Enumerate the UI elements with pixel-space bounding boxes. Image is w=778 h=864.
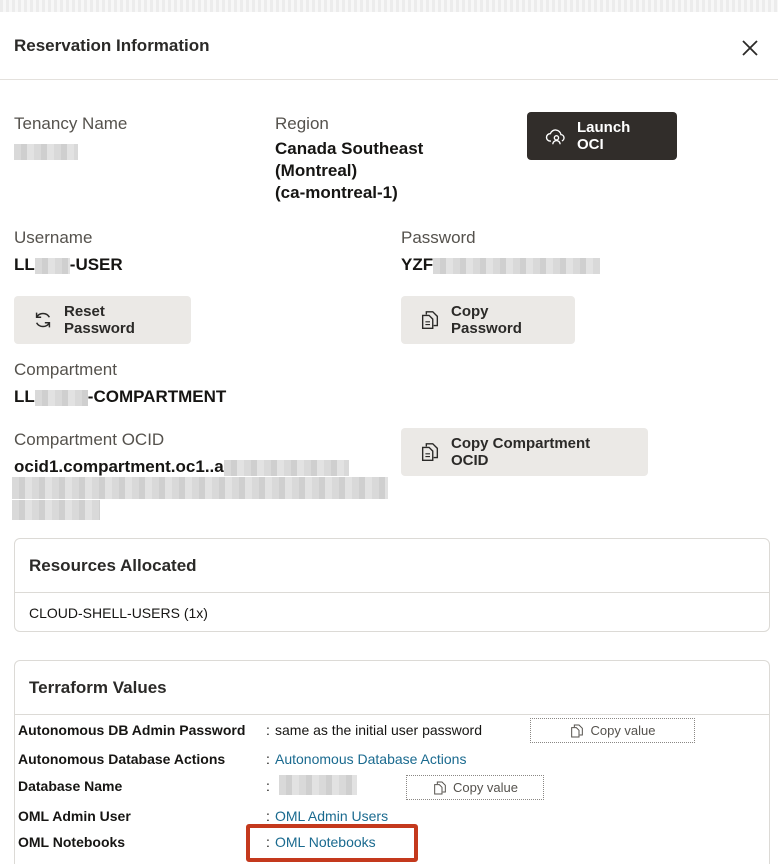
terraform-key: Database Name	[18, 778, 123, 794]
launch-oci-label: Launch OCI	[577, 119, 631, 153]
region-value: Canada Southeast (Montreal) (ca-montreal…	[275, 138, 423, 204]
terraform-sep: :	[266, 778, 270, 794]
close-icon	[742, 40, 758, 56]
terraform-key: Autonomous DB Admin Password	[18, 722, 246, 738]
copy-value-label: Copy value	[452, 780, 519, 795]
copy-icon	[571, 724, 584, 737]
password-value: YZF	[401, 254, 601, 276]
redacted-value	[223, 459, 349, 476]
username-prefix: LL	[14, 255, 35, 274]
region-line-1: Canada Southeast	[275, 139, 424, 158]
username-suffix: -USER	[69, 255, 123, 274]
compartment-ocid-prefix: ocid1.compartment.oc1..a	[14, 457, 224, 476]
redacted-value	[12, 477, 388, 499]
oml-admin-users-link[interactable]: OML Admin Users	[275, 808, 388, 824]
resources-title: Resources Allocated	[15, 539, 769, 593]
terraform-key: OML Admin User	[18, 808, 131, 824]
redacted-value	[34, 257, 70, 274]
background-strip	[0, 0, 778, 12]
redacted-value	[34, 389, 88, 406]
password-label: Password	[401, 228, 476, 247]
terraform-key: OML Notebooks	[18, 834, 126, 850]
copy-compartment-ocid-label: Copy Compartment OCID	[451, 435, 591, 469]
redacted-value	[279, 775, 357, 795]
dialog-header: Reservation Information	[0, 12, 778, 80]
autonomous-database-actions-link[interactable]: Autonomous Database Actions	[275, 751, 466, 767]
terraform-sep: :	[266, 722, 270, 738]
region-label: Region	[275, 114, 329, 133]
cloud-user-icon	[545, 129, 565, 145]
region-line-3: (ca-montreal-1)	[275, 183, 398, 202]
copy-icon	[434, 781, 446, 794]
tenancy-label: Tenancy Name	[14, 114, 128, 133]
tenancy-value	[14, 140, 78, 162]
close-button[interactable]	[736, 34, 764, 62]
compartment-ocid-label: Compartment OCID	[14, 430, 165, 449]
terraform-key: Autonomous Database Actions	[18, 751, 226, 767]
copy-value-label: Copy value	[590, 723, 656, 738]
terraform-sep: :	[266, 751, 270, 767]
password-prefix: YZF	[401, 255, 434, 274]
compartment-label: Compartment	[14, 360, 117, 379]
compartment-suffix: -COMPARTMENT	[87, 387, 227, 406]
resources-item: CLOUD-SHELL-USERS (1x)	[29, 605, 208, 621]
reset-password-label: Reset Password	[64, 303, 135, 337]
redacted-value	[14, 143, 78, 160]
copy-password-label: Copy Password	[451, 303, 522, 337]
compartment-ocid-value: ocid1.compartment.oc1..a	[14, 456, 349, 478]
terraform-title: Terraform Values	[15, 661, 769, 715]
refresh-icon	[35, 312, 51, 328]
copy-compartment-ocid-button[interactable]: Copy Compartment OCID	[401, 428, 648, 476]
launch-oci-button[interactable]: Launch OCI	[527, 112, 677, 160]
highlight-box	[246, 824, 418, 862]
compartment-value: LL -COMPARTMENT	[14, 386, 226, 408]
dialog-title: Reservation Information	[14, 36, 210, 55]
terraform-value: same as the initial user password	[275, 722, 482, 738]
redacted-value	[12, 500, 100, 520]
copy-icon	[421, 311, 439, 329]
redacted-value	[433, 257, 601, 274]
copy-value-button[interactable]: Copy value	[406, 775, 544, 800]
copy-password-button[interactable]: Copy Password	[401, 296, 575, 344]
username-value: LL -USER	[14, 254, 123, 276]
copy-icon	[421, 443, 439, 461]
terraform-sep: :	[266, 808, 270, 824]
username-label: Username	[14, 228, 93, 247]
compartment-prefix: LL	[14, 387, 35, 406]
region-line-2: (Montreal)	[275, 161, 358, 180]
resources-card: Resources Allocated CLOUD-SHELL-USERS (1…	[14, 538, 770, 632]
reset-password-button[interactable]: Reset Password	[14, 296, 191, 344]
copy-value-button[interactable]: Copy value	[530, 718, 695, 743]
